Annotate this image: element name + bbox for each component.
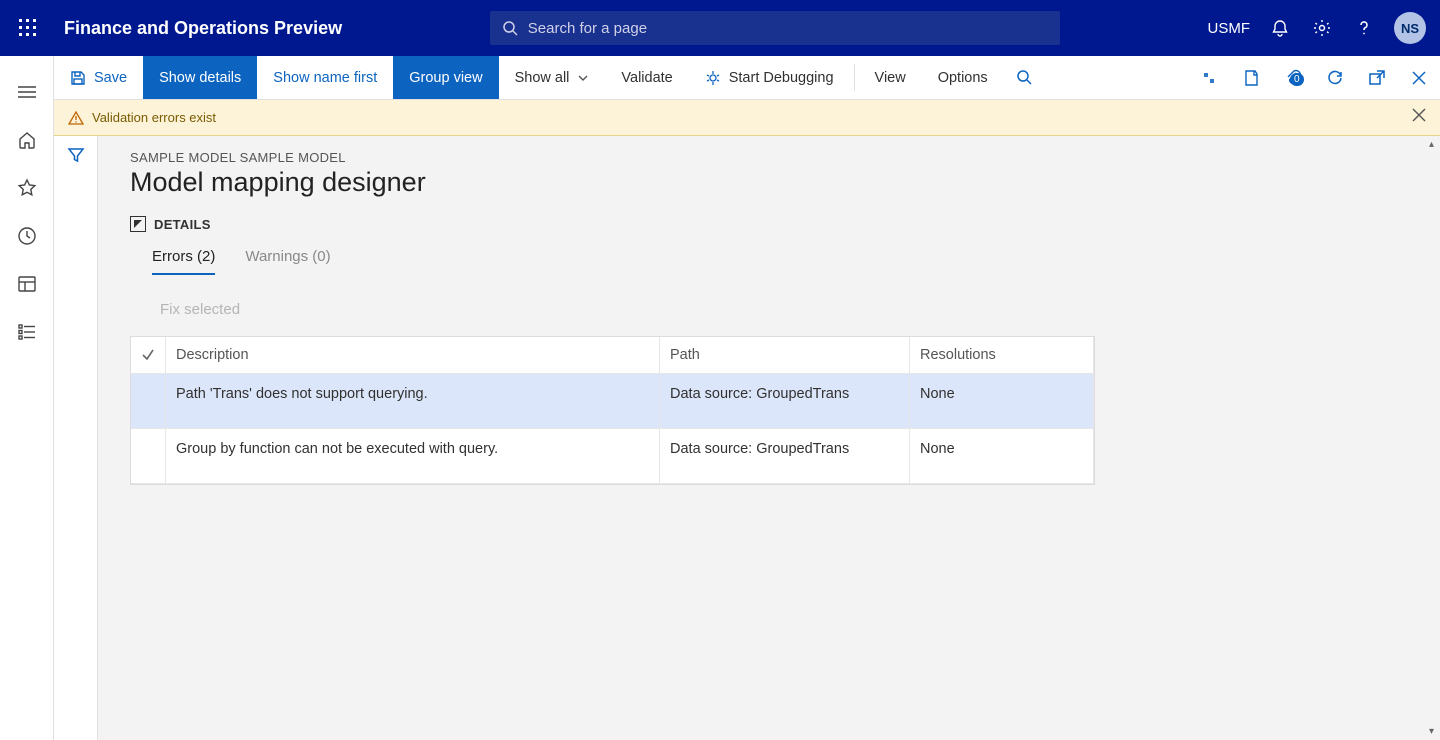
details-header[interactable]: DETAILS — [130, 216, 1408, 232]
favorites-icon[interactable] — [7, 168, 47, 208]
vertical-scrollbar[interactable]: ▴ ▾ — [1423, 136, 1440, 740]
collapse-icon — [130, 216, 146, 232]
col-path[interactable]: Path — [660, 337, 910, 374]
validate-button[interactable]: Validate — [605, 56, 688, 99]
row-select[interactable] — [131, 374, 166, 429]
attachments-icon[interactable]: 0 — [1272, 69, 1314, 87]
cell-description: Path 'Trans' does not support querying. — [166, 374, 660, 429]
select-all-header[interactable] — [131, 337, 166, 374]
group-view-button[interactable]: Group view — [393, 56, 498, 99]
col-description[interactable]: Description — [166, 337, 660, 374]
start-debugging-button[interactable]: Start Debugging — [689, 56, 850, 99]
personalize-icon[interactable] — [1188, 69, 1230, 87]
open-office-icon[interactable] — [1230, 69, 1272, 87]
search-icon — [502, 20, 518, 36]
company-code[interactable]: USMF — [1208, 20, 1251, 37]
page-content: SAMPLE MODEL SAMPLE MODEL Model mapping … — [98, 136, 1440, 740]
table-header-row: Description Path Resolutions — [131, 337, 1094, 374]
recent-icon[interactable] — [7, 216, 47, 256]
col-resolutions[interactable]: Resolutions — [910, 337, 1094, 374]
warning-icon — [68, 110, 84, 126]
save-button[interactable]: Save — [54, 56, 143, 99]
scroll-up-icon[interactable]: ▴ — [1423, 136, 1440, 153]
cell-path: Data source: GroupedTrans — [660, 374, 910, 429]
cell-path: Data source: GroupedTrans — [660, 429, 910, 484]
separator — [854, 64, 855, 91]
popout-icon[interactable] — [1356, 69, 1398, 87]
gear-icon[interactable] — [1310, 16, 1334, 40]
view-button[interactable]: View — [859, 56, 922, 99]
action-bar: Save Show details Show name first Group … — [54, 56, 1440, 100]
app-title: Finance and Operations Preview — [64, 18, 342, 39]
table-row[interactable]: Path 'Trans' does not support querying. … — [131, 374, 1094, 429]
search-container — [490, 11, 1060, 45]
global-header: Finance and Operations Preview USMF NS — [0, 0, 1440, 56]
errors-table: Description Path Resolutions Path 'Trans… — [130, 336, 1095, 485]
breadcrumb: SAMPLE MODEL SAMPLE MODEL — [130, 150, 1408, 165]
left-rail — [0, 56, 54, 740]
cell-resolutions: None — [910, 374, 1094, 429]
search-input[interactable] — [528, 20, 1048, 37]
action-bar-right: 0 — [1188, 56, 1440, 99]
workspaces-icon[interactable] — [7, 264, 47, 304]
scroll-track[interactable] — [1423, 153, 1440, 723]
tab-warnings[interactable]: Warnings (0) — [245, 248, 330, 275]
options-button[interactable]: Options — [922, 56, 1004, 99]
show-details-button[interactable]: Show details — [143, 56, 257, 99]
filter-column — [54, 136, 98, 740]
close-page-icon[interactable] — [1398, 70, 1440, 86]
show-all-dropdown[interactable]: Show all — [499, 56, 606, 99]
refresh-icon[interactable] — [1314, 69, 1356, 87]
tabs: Errors (2) Warnings (0) — [152, 248, 1408, 275]
cell-description: Group by function can not be executed wi… — [166, 429, 660, 484]
warning-message: Validation errors exist — [92, 110, 216, 125]
app-launcher-icon[interactable] — [0, 0, 56, 56]
avatar[interactable]: NS — [1394, 12, 1426, 44]
attachment-badge: 0 — [1290, 73, 1304, 86]
show-name-first-button[interactable]: Show name first — [257, 56, 393, 99]
filter-icon[interactable] — [67, 146, 85, 740]
help-icon[interactable] — [1352, 16, 1376, 40]
debug-icon — [705, 70, 721, 86]
main-area: Save Show details Show name first Group … — [54, 56, 1440, 740]
validation-warning-banner: Validation errors exist — [54, 100, 1440, 136]
table-row[interactable]: Group by function can not be executed wi… — [131, 429, 1094, 484]
close-banner-icon[interactable] — [1412, 108, 1426, 122]
home-icon[interactable] — [7, 120, 47, 160]
fix-selected-button: Fix selected — [160, 301, 1408, 318]
find-icon[interactable] — [1004, 56, 1046, 99]
save-label: Save — [94, 70, 127, 86]
bell-icon[interactable] — [1268, 16, 1292, 40]
search-box[interactable] — [490, 11, 1060, 45]
row-select[interactable] — [131, 429, 166, 484]
page-title: Model mapping designer — [130, 167, 1408, 198]
chevron-down-icon — [577, 72, 589, 84]
scroll-down-icon[interactable]: ▾ — [1423, 723, 1440, 740]
nav-collapse-icon[interactable] — [7, 72, 47, 112]
header-right: USMF NS — [1208, 12, 1427, 44]
tab-errors[interactable]: Errors (2) — [152, 248, 215, 275]
modules-icon[interactable] — [7, 312, 47, 352]
cell-resolutions: None — [910, 429, 1094, 484]
details-label: DETAILS — [154, 217, 211, 232]
content-row: SAMPLE MODEL SAMPLE MODEL Model mapping … — [54, 136, 1440, 740]
